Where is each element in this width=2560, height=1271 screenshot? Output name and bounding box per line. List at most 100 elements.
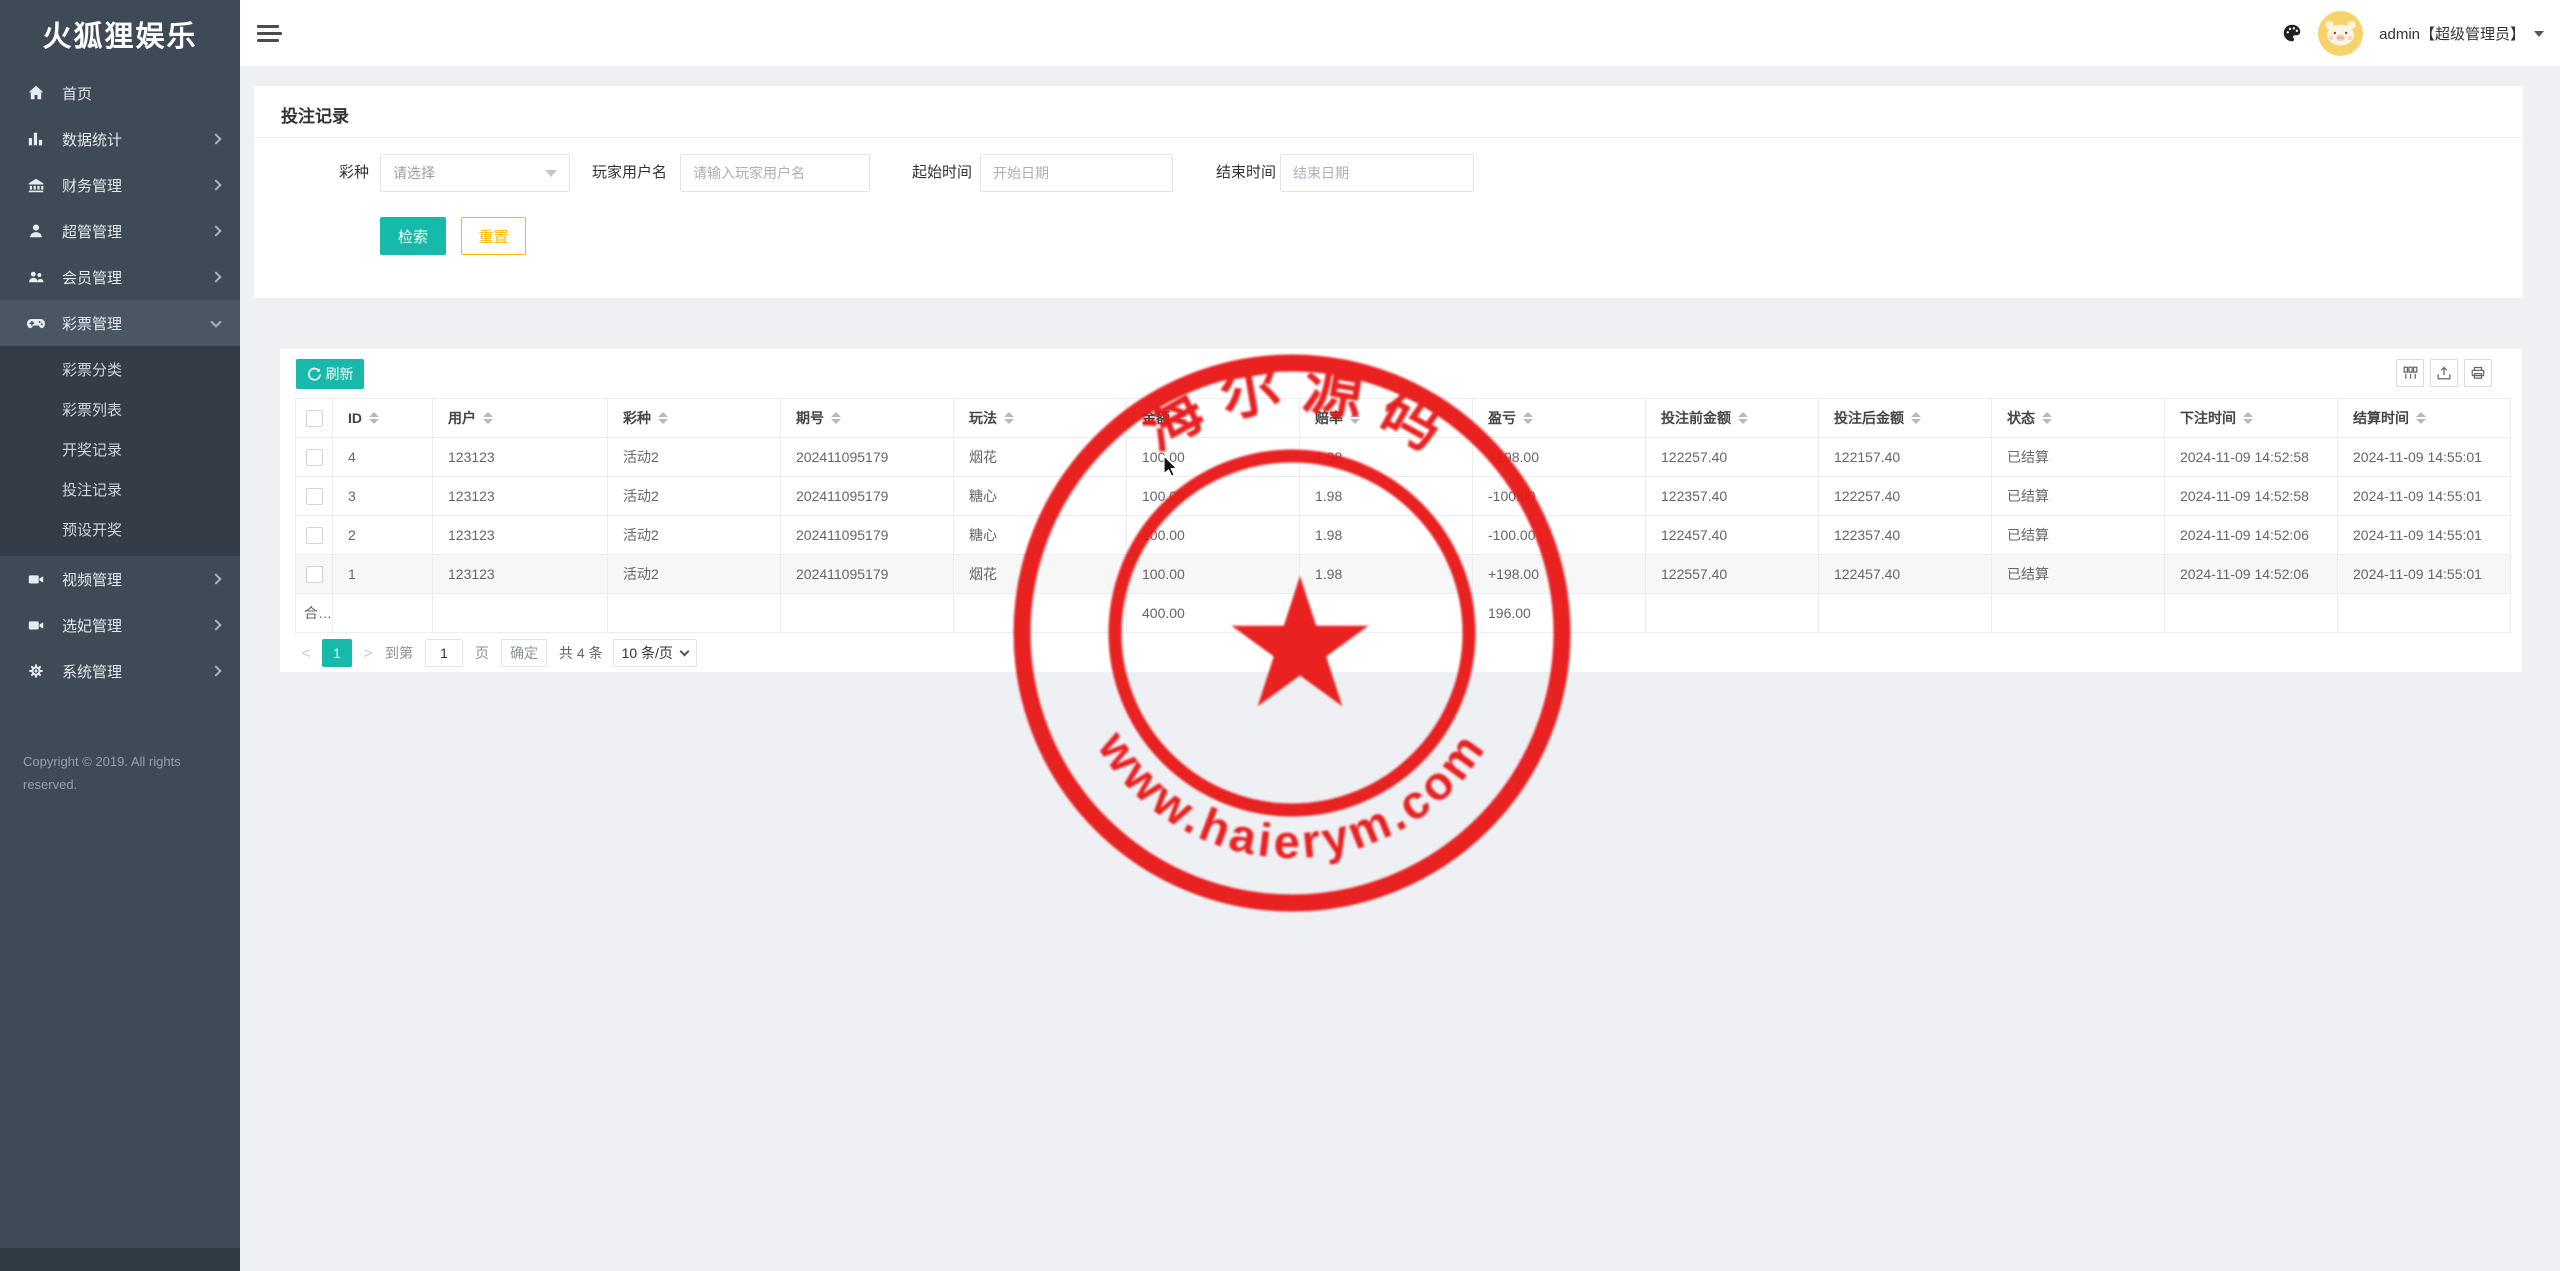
submenu-item-lottery-category[interactable]: 彩票分类 xyxy=(0,351,240,391)
filter-columns-icon[interactable] xyxy=(2396,359,2424,387)
sort-icon xyxy=(483,412,493,424)
chevron-right-icon xyxy=(210,225,221,236)
chevron-right-icon xyxy=(210,179,221,190)
sidebar-item-statistics[interactable]: 数据统计 xyxy=(0,116,240,162)
lottery-type-select[interactable]: 请选择 xyxy=(380,154,570,192)
column-header-settle-time[interactable]: 结算时间 xyxy=(2338,399,2511,438)
column-header-id[interactable]: ID xyxy=(333,399,433,438)
refresh-button[interactable]: 刷新 xyxy=(296,359,364,389)
bar-chart-icon xyxy=(26,129,46,149)
total-count-label: 共 4 条 xyxy=(559,643,603,663)
table-panel: 刷新 ID xyxy=(279,348,2523,673)
pagination: < 1 > 到第 页 确定 共 4 条 10 条/页 xyxy=(295,632,697,674)
sort-icon xyxy=(831,412,841,424)
column-header-play[interactable]: 玩法 xyxy=(954,399,1127,438)
submenu-item-bet-records[interactable]: 投注记录 xyxy=(0,471,240,511)
submenu-item-lottery-list[interactable]: 彩票列表 xyxy=(0,391,240,431)
table-row: 2 123123 活动2 202411095179 糖心 100.00 1.98… xyxy=(296,516,2511,555)
confirm-page-button[interactable]: 确定 xyxy=(501,639,547,667)
menu-toggle-icon[interactable] xyxy=(257,23,283,43)
submenu-item-draw-records[interactable]: 开奖记录 xyxy=(0,431,240,471)
chevron-right-icon xyxy=(210,133,221,144)
sidebar-item-lottery[interactable]: 彩票管理 xyxy=(0,300,240,346)
submenu-item-preset-draw[interactable]: 预设开奖 xyxy=(0,511,240,551)
sidebar-item-label: 系统管理 xyxy=(62,661,212,682)
row-checkbox[interactable] xyxy=(306,449,323,466)
print-icon[interactable] xyxy=(2464,359,2492,387)
row-checkbox[interactable] xyxy=(306,566,323,583)
start-date-input[interactable] xyxy=(980,154,1173,192)
users-icon xyxy=(26,267,46,287)
sort-icon xyxy=(369,412,379,424)
sidebar-item-concubine[interactable]: 选妃管理 xyxy=(0,602,240,648)
column-header-user[interactable]: 用户 xyxy=(433,399,608,438)
lottery-submenu: 彩票分类 彩票列表 开奖记录 投注记录 预设开奖 xyxy=(0,346,240,556)
next-page-button[interactable]: > xyxy=(357,639,379,667)
column-header-profit[interactable]: 盈亏 xyxy=(1473,399,1646,438)
user-icon xyxy=(26,221,46,241)
row-checkbox[interactable] xyxy=(306,527,323,544)
sort-icon xyxy=(1738,412,1748,424)
row-checkbox[interactable] xyxy=(306,488,323,505)
player-name-input[interactable] xyxy=(680,154,870,192)
gamepad-icon xyxy=(26,313,46,333)
user-menu[interactable]: admin【超级管理员】 xyxy=(2379,23,2544,44)
chevron-right-icon xyxy=(210,619,221,630)
table-row: 1 123123 活动2 202411095179 烟花 100.00 1.98… xyxy=(296,555,2511,594)
sidebar-item-label: 财务管理 xyxy=(62,175,212,196)
lottery-type-label: 彩种 xyxy=(294,154,369,192)
sidebar-item-video[interactable]: 视频管理 xyxy=(0,556,240,602)
reset-button[interactable]: 重置 xyxy=(461,217,526,255)
column-header-amount[interactable]: 金额 xyxy=(1127,399,1300,438)
refresh-icon xyxy=(307,367,322,382)
sidebar-item-label: 超管管理 xyxy=(62,221,212,242)
export-icon[interactable] xyxy=(2430,359,2458,387)
chevron-right-icon xyxy=(210,573,221,584)
theme-palette-icon[interactable] xyxy=(2274,15,2310,51)
sidebar-item-label: 会员管理 xyxy=(62,267,212,288)
chevron-right-icon xyxy=(210,665,221,676)
search-button[interactable]: 检索 xyxy=(380,217,446,255)
summary-row: 合... 400.00 196.00 xyxy=(296,594,2511,633)
column-header-odds[interactable]: 赔率 xyxy=(1300,399,1473,438)
sidebar-item-superadmin[interactable]: 超管管理 xyxy=(0,208,240,254)
table-row: 4 123123 活动2 202411095179 烟花 100.00 1.98… xyxy=(296,438,2511,477)
current-page-button[interactable]: 1 xyxy=(322,639,352,667)
home-icon xyxy=(26,83,46,103)
select-all-checkbox[interactable] xyxy=(306,410,323,427)
copyright-text: Copyright © 2019. All rights reserved. xyxy=(23,750,181,796)
end-date-input[interactable] xyxy=(1280,154,1474,192)
status-badge: 已结算 xyxy=(1992,516,2165,555)
select-caret-icon xyxy=(679,647,689,657)
column-header-bet-time[interactable]: 下注时间 xyxy=(2165,399,2338,438)
player-name-label: 玩家用户名 xyxy=(544,154,667,192)
prev-page-button[interactable]: < xyxy=(295,639,317,667)
column-header-issue[interactable]: 期号 xyxy=(781,399,954,438)
column-header-lottery[interactable]: 彩种 xyxy=(608,399,781,438)
video-camera-icon xyxy=(26,569,46,589)
chevron-right-icon xyxy=(210,271,221,282)
chevron-down-icon xyxy=(210,316,221,327)
column-header-after[interactable]: 投注后金额 xyxy=(1819,399,1992,438)
table-row: 3 123123 活动2 202411095179 糖心 100.00 1.98… xyxy=(296,477,2511,516)
sidebar-item-system[interactable]: 系统管理 xyxy=(0,648,240,694)
sidebar-footer-strip xyxy=(0,1248,240,1271)
end-time-label: 结束时间 xyxy=(1188,154,1276,192)
divider xyxy=(254,137,2523,138)
column-header-before[interactable]: 投注前金额 xyxy=(1646,399,1819,438)
bank-icon xyxy=(26,175,46,195)
sidebar-item-home[interactable]: 首页 xyxy=(0,70,240,116)
sidebar-item-finance[interactable]: 财务管理 xyxy=(0,162,240,208)
user-avatar[interactable] xyxy=(2318,11,2363,56)
goto-label: 到第 xyxy=(385,643,413,663)
status-badge: 已结算 xyxy=(1992,477,2165,516)
page-size-select[interactable]: 10 条/页 xyxy=(613,639,697,667)
sidebar-item-members[interactable]: 会员管理 xyxy=(0,254,240,300)
filter-panel: 投注记录 彩种 请选择 玩家用户名 起始时间 结束时间 检索 重置 xyxy=(253,85,2524,299)
gear-icon xyxy=(26,661,46,681)
column-header-status[interactable]: 状态 xyxy=(1992,399,2165,438)
video-camera-icon xyxy=(26,615,46,635)
sidebar-item-label: 数据统计 xyxy=(62,129,212,150)
goto-page-input[interactable] xyxy=(425,639,463,667)
sidebar: 火狐狸娱乐 首页 数据统计 财务管理 超管管理 xyxy=(0,0,240,1271)
